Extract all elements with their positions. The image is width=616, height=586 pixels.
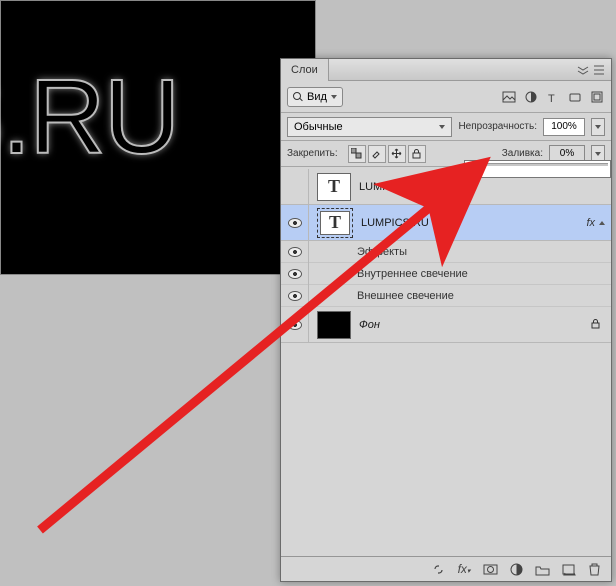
eye-icon xyxy=(288,291,302,301)
fx-effect-row[interactable]: Внешнее свечение xyxy=(281,285,611,307)
layer-thumb xyxy=(317,311,351,339)
layer-name[interactable]: LUMPICS.RU xyxy=(361,217,586,229)
lock-all-icon[interactable] xyxy=(408,145,426,163)
layer-thumb-text: T xyxy=(320,211,350,235)
lock-move-icon[interactable] xyxy=(388,145,406,163)
lock-icon xyxy=(590,318,611,332)
visibility-toggle[interactable] xyxy=(281,285,309,307)
filter-type-select[interactable]: Вид xyxy=(287,87,343,107)
collapse-icon[interactable] xyxy=(577,64,589,76)
fx-expand-toggle[interactable] xyxy=(599,221,611,225)
filter-shape-icon[interactable] xyxy=(567,89,583,105)
filter-text-icon[interactable]: T xyxy=(545,89,561,105)
layer-thumb-text: T xyxy=(317,173,351,201)
panel-footer: fx▾ xyxy=(281,556,611,581)
filter-adjust-icon[interactable] xyxy=(523,89,539,105)
add-mask-button[interactable] xyxy=(481,560,499,578)
fill-label: Заливка: xyxy=(502,148,543,159)
new-group-button[interactable] xyxy=(533,560,551,578)
eye-icon xyxy=(288,247,302,257)
eye-icon xyxy=(288,320,302,330)
eye-icon xyxy=(288,218,302,228)
slider-track[interactable] xyxy=(467,163,608,166)
layer-row[interactable]: T LUMPICS.RU fx xyxy=(281,205,611,241)
visibility-toggle[interactable] xyxy=(281,169,309,205)
blend-opacity-row: Обычные Непрозрачность: 100% xyxy=(281,113,611,141)
chevron-down-icon xyxy=(439,125,445,129)
fx-effect-label: Внешнее свечение xyxy=(357,290,454,302)
layers-panel: Слои Вид T Обычные Непро xyxy=(280,58,612,582)
tab-layers[interactable]: Слои xyxy=(281,59,329,81)
lock-label: Закрепить: xyxy=(287,148,338,159)
eye-icon xyxy=(288,269,302,279)
new-layer-button[interactable] xyxy=(559,560,577,578)
search-icon xyxy=(293,92,303,102)
chevron-down-icon xyxy=(331,95,337,99)
canvas-text-layer: ICS.RU xyxy=(0,57,178,178)
link-layers-button[interactable] xyxy=(429,560,447,578)
fx-effect-row[interactable]: Внутреннее свечение xyxy=(281,263,611,285)
filter-label: Вид xyxy=(307,91,327,103)
fx-effect-label: Внутреннее свечение xyxy=(357,268,468,280)
filter-toolbar: Вид T xyxy=(281,81,611,113)
slider-thumb[interactable] xyxy=(466,166,476,174)
lock-transparent-icon[interactable] xyxy=(348,145,366,163)
layer-name[interactable]: LUMPICS.RU копия xyxy=(359,181,611,193)
layer-row[interactable]: Фон xyxy=(281,307,611,343)
blend-mode-value: Обычные xyxy=(294,121,343,133)
visibility-toggle[interactable] xyxy=(281,307,309,343)
chevron-down-icon xyxy=(595,125,601,129)
visibility-toggle[interactable] xyxy=(281,263,309,285)
fx-header-row[interactable]: Эффекты xyxy=(281,241,611,263)
blend-mode-select[interactable]: Обычные xyxy=(287,117,452,137)
layers-list: T LUMPICS.RU копия T LUMPICS.RU fx Эффек… xyxy=(281,169,611,556)
new-adjustment-button[interactable] xyxy=(507,560,525,578)
svg-text:T: T xyxy=(548,93,555,104)
panel-menu-icon[interactable] xyxy=(593,64,605,76)
fill-slider-popup[interactable] xyxy=(464,160,611,178)
layer-name[interactable]: Фон xyxy=(359,319,590,331)
opacity-label: Непрозрачность: xyxy=(458,121,537,132)
add-fx-button[interactable]: fx▾ xyxy=(455,560,473,578)
panel-titlebar: Слои xyxy=(281,59,611,81)
fx-header-label: Эффекты xyxy=(357,246,407,258)
lock-paint-icon[interactable] xyxy=(368,145,386,163)
filter-smartobj-icon[interactable] xyxy=(589,89,605,105)
fx-indicator: fx xyxy=(586,217,599,229)
chevron-down-icon xyxy=(595,152,601,156)
opacity-input[interactable]: 100% xyxy=(543,118,585,136)
delete-layer-button[interactable] xyxy=(585,560,603,578)
visibility-toggle[interactable] xyxy=(281,241,309,263)
opacity-dropdown[interactable] xyxy=(591,118,605,136)
visibility-toggle[interactable] xyxy=(281,205,309,241)
filter-image-icon[interactable] xyxy=(501,89,517,105)
chevron-up-icon xyxy=(599,221,605,225)
document-canvas[interactable]: ICS.RU xyxy=(0,0,316,275)
